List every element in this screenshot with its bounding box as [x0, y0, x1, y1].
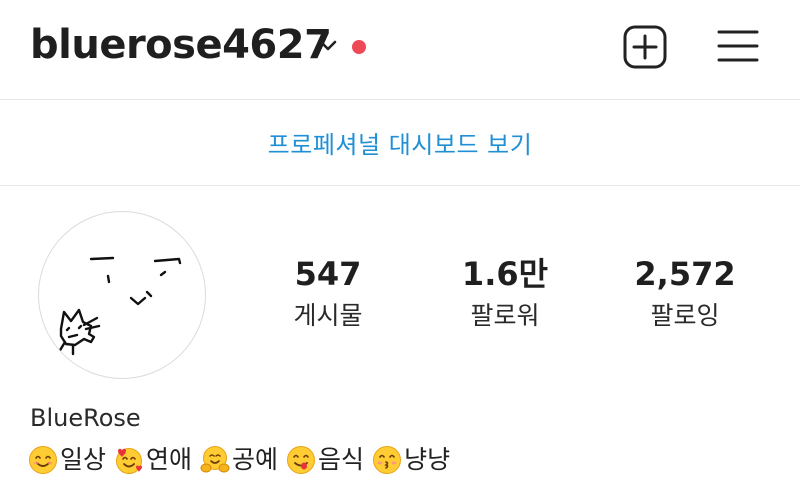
bio: 일상 연애 공예 음식 냥냥: [28, 440, 458, 480]
bio-item: 음식: [286, 440, 364, 480]
chevron-down-icon[interactable]: [316, 36, 340, 56]
bio-item-label: 냥냥: [404, 445, 451, 474]
username-switcher[interactable]: bluerose4627: [30, 20, 332, 70]
followers-count-value: 1.6만: [461, 255, 549, 293]
hugging-face-icon: [200, 446, 230, 473]
hamburger-menu-icon[interactable]: [716, 26, 760, 66]
bio-item: 일상: [28, 440, 106, 480]
notification-dot: [352, 40, 366, 54]
following-count-value: 2,572: [634, 255, 736, 293]
professional-dashboard-bar: 프로페셔널 대시보드 보기: [0, 100, 800, 186]
add-post-icon[interactable]: [622, 24, 668, 70]
followers-count[interactable]: 1.6만 팔로워: [425, 254, 585, 336]
kissing-face-icon: [373, 446, 402, 474]
bio-item-label: 일상: [60, 445, 107, 474]
posts-count-value: 547: [294, 255, 362, 293]
bio-item-label: 연애: [146, 445, 193, 474]
followers-count-label: 팔로워: [470, 301, 540, 330]
smiling-face-with-hearts-icon: [116, 448, 143, 474]
following-count-label: 팔로잉: [650, 301, 720, 330]
bio-item: 냥냥: [372, 440, 450, 480]
display-name: BlueRose: [30, 404, 141, 432]
bio-item-label: 공예: [232, 445, 279, 474]
avatar[interactable]: [38, 211, 206, 379]
avatar-doodle-image: [57, 256, 182, 356]
bio-item-label: 음식: [318, 445, 365, 474]
posts-count[interactable]: 547 게시물: [248, 254, 408, 336]
bio-item: 연애: [114, 440, 192, 480]
professional-dashboard-link[interactable]: 프로페셔널 대시보드 보기: [268, 125, 533, 160]
following-count[interactable]: 2,572 팔로잉: [605, 254, 765, 336]
bio-item: 공예: [200, 440, 278, 480]
posts-count-label: 게시물: [293, 301, 363, 330]
top-bar: bluerose4627: [0, 0, 800, 100]
smiling-face-icon: [29, 446, 57, 474]
yum-face-icon: [287, 446, 316, 474]
